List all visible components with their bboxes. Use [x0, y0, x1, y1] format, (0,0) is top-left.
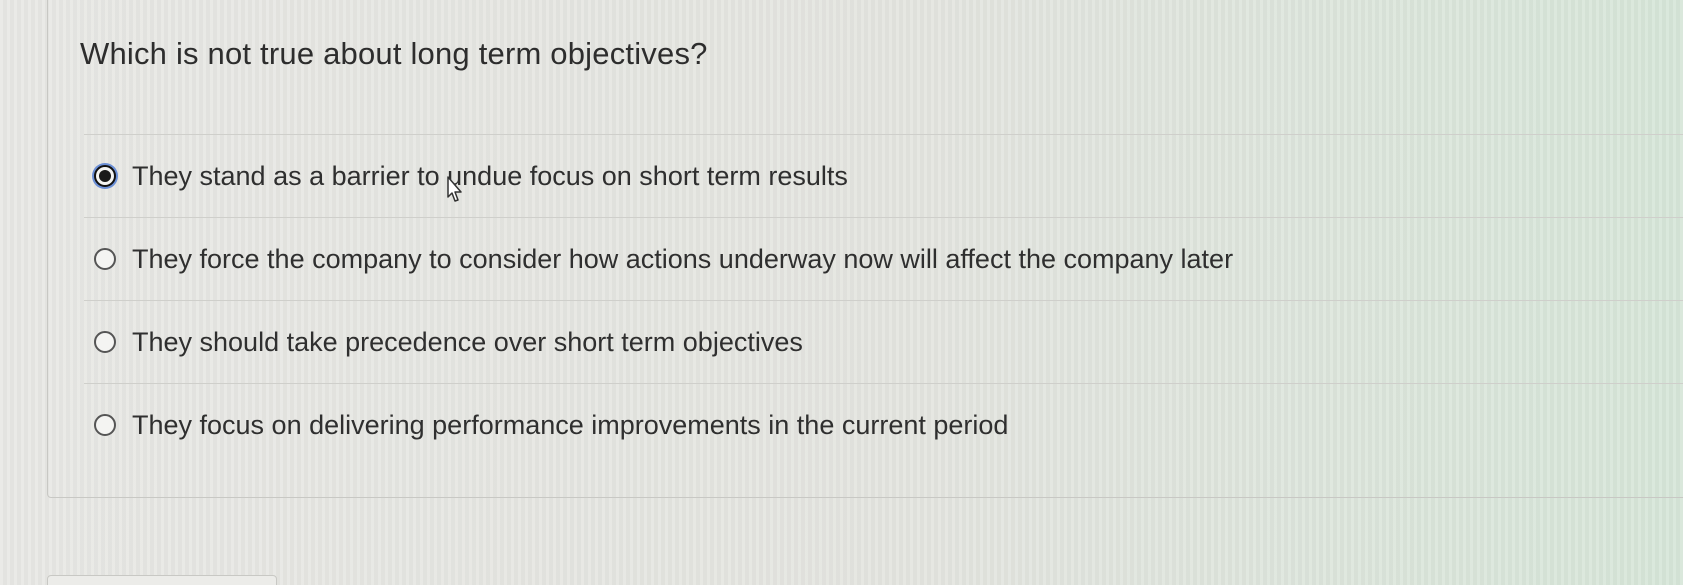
answer-option-2[interactable]: They force the company to consider how a… — [84, 217, 1683, 300]
radio-unselected-icon[interactable] — [94, 248, 116, 270]
answer-option-label: They stand as a barrier to undue focus o… — [132, 160, 848, 191]
pointer-cursor-icon — [447, 176, 462, 202]
answer-options: They stand as a barrier to undue focus o… — [84, 134, 1683, 467]
bottom-tab — [47, 575, 277, 585]
answer-option-label: They force the company to consider how a… — [132, 243, 1234, 274]
answer-option-label: They should take precedence over short t… — [132, 326, 803, 357]
quiz-page: Which is not true about long term object… — [0, 0, 1683, 585]
question-text: Which is not true about long term object… — [80, 36, 708, 71]
answer-option-label: They focus on delivering performance imp… — [132, 409, 1009, 440]
radio-unselected-icon[interactable] — [94, 414, 116, 436]
answer-option-1[interactable]: They stand as a barrier to undue focus o… — [84, 134, 1683, 217]
answer-option-4[interactable]: They focus on delivering performance imp… — [84, 383, 1683, 467]
answer-option-3[interactable]: They should take precedence over short t… — [84, 300, 1683, 383]
radio-unselected-icon[interactable] — [94, 331, 116, 353]
radio-selected-icon[interactable] — [94, 165, 116, 187]
